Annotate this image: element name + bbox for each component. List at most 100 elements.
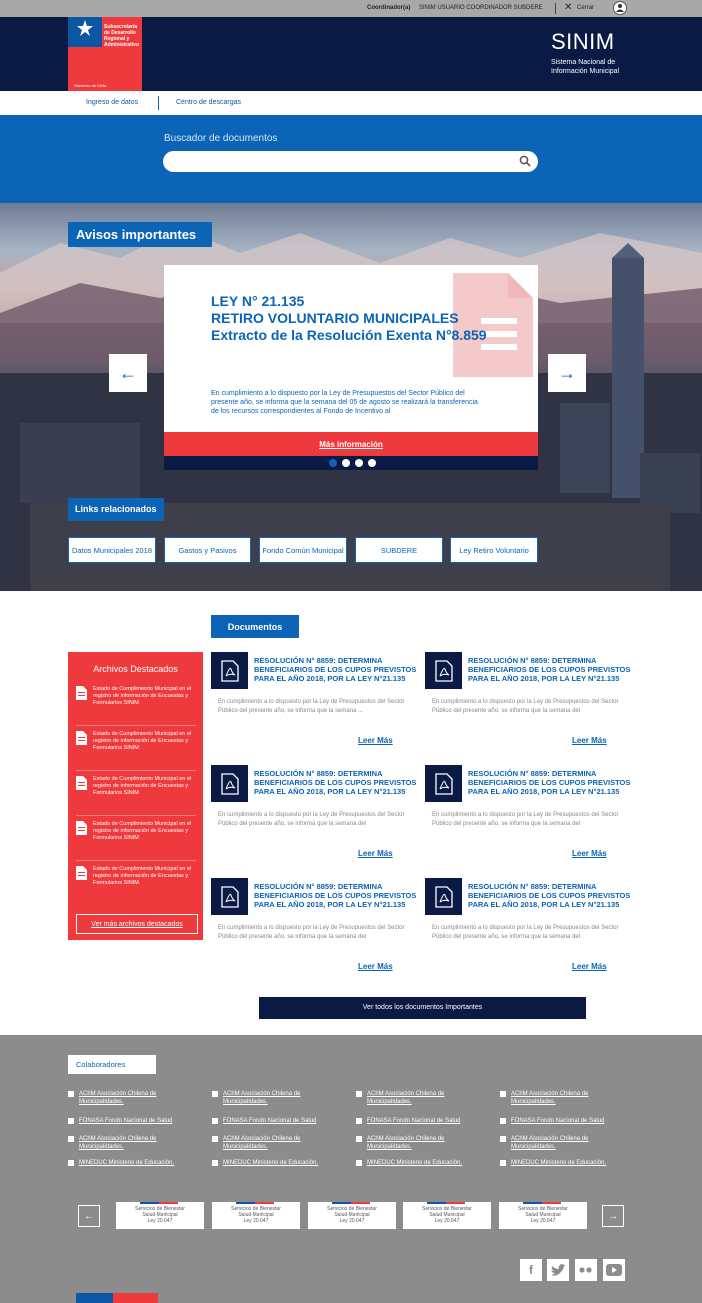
search-icon[interactable]: [519, 155, 531, 167]
document-title[interactable]: RESOLUCIÓN N° 8859: DETERMINA BENEFICIAR…: [254, 656, 424, 683]
colaborador-link[interactable]: AChM Asociación Chilena de Municipalidad…: [212, 1090, 342, 1106]
close-icon[interactable]: ✕: [564, 3, 572, 13]
colaborador-link[interactable]: AChM Asociación Chilena de Municipalidad…: [500, 1135, 630, 1151]
document-title[interactable]: RESOLUCIÓN N° 8859: DETERMINA BENEFICIAR…: [468, 769, 638, 796]
nav-item-ingreso[interactable]: Ingreso de datos: [86, 99, 138, 106]
gobierno-logo[interactable]: Subsecretaría de Desarrollo Regional y A…: [68, 17, 142, 91]
search-input[interactable]: [163, 151, 538, 172]
document-title[interactable]: RESOLUCIÓN N° 8859: DETERMINA BENEFICIAR…: [468, 656, 638, 683]
bullet: [500, 1091, 506, 1097]
colaborador-link[interactable]: AChM Asociación Chilena de Municipalidad…: [68, 1135, 198, 1151]
logos-next-button[interactable]: →: [602, 1205, 624, 1227]
archivo-item[interactable]: Estado de Cumplimiento Municipal en el r…: [76, 731, 196, 771]
facebook-icon[interactable]: f: [520, 1259, 542, 1281]
carousel-dot[interactable]: [368, 459, 376, 467]
document-card: RESOLUCIÓN N° 8859: DETERMINA BENEFICIAR…: [211, 652, 416, 752]
divider: [555, 3, 556, 14]
carousel-dot[interactable]: [329, 459, 337, 467]
carousel-dot[interactable]: [355, 459, 363, 467]
ver-todos-documentos-button[interactable]: Ver todos los documentos Importantes: [259, 997, 586, 1019]
partner-logo[interactable]: Servicios de Bienestar Salud Municipal Ley…: [116, 1202, 204, 1229]
partner-logo[interactable]: Servicios de Bienestar Salud Municipal Ley…: [308, 1202, 396, 1229]
logo-stripe: [332, 1202, 370, 1204]
ver-mas-archivos-button[interactable]: Ver más archivos destacados: [76, 914, 198, 934]
leer-mas-link[interactable]: Leer Más: [572, 849, 607, 858]
archivo-text: Estado de Cumplimiento Municipal en el r…: [93, 731, 192, 751]
logos-prev-button[interactable]: ←: [78, 1205, 100, 1227]
logout-link[interactable]: Cerrar: [577, 5, 594, 11]
bullet: [356, 1118, 362, 1124]
colaborador-link[interactable]: MINEDUC Ministerio de Educación.: [500, 1159, 630, 1167]
arrow-left-icon: ←: [84, 1210, 94, 1222]
flickr-icon[interactable]: [575, 1259, 597, 1281]
document-title[interactable]: RESOLUCIÓN N° 8859: DETERMINA BENEFICIAR…: [254, 882, 424, 909]
document-desc: En cumplimiento a lo dispuesto por la Le…: [432, 925, 619, 940]
document-desc: En cumplimiento a lo dispuesto por la Le…: [218, 699, 405, 714]
colaborador-link[interactable]: AChM Asociación Chilena de Municipalidad…: [356, 1090, 486, 1106]
carousel-next-button[interactable]: →: [548, 354, 586, 392]
file-icon: [76, 686, 87, 700]
leer-mas-link[interactable]: Leer Más: [572, 736, 607, 745]
carousel-dots: [164, 456, 538, 470]
colaborador-link[interactable]: FONASA Fondo Nacional de Salud: [212, 1117, 342, 1125]
leer-mas-link[interactable]: Leer Más: [358, 849, 393, 858]
bullet: [212, 1160, 218, 1166]
link-fondo-comun[interactable]: Fondo Común Municipal: [259, 537, 347, 563]
partner-logo[interactable]: Servicios de Bienestar Salud Municipal Ley…: [403, 1202, 491, 1229]
carousel-prev-button[interactable]: ←: [109, 354, 147, 392]
aviso-line-3: Extracto de la Resolución Exenta N°8.859: [211, 327, 487, 343]
link-gastos-pasivos[interactable]: Gastos y Pasivos: [164, 537, 251, 563]
link-ley-retiro[interactable]: Ley Retiro Voluntario: [450, 537, 538, 563]
archivo-item[interactable]: Estado de Cumplimiento Municipal en el r…: [76, 686, 196, 726]
youtube-icon[interactable]: [603, 1259, 625, 1281]
bullet: [356, 1091, 362, 1097]
logo-stripe: [523, 1202, 561, 1204]
archivo-item[interactable]: Estado de Cumplimiento Municipal en el r…: [76, 821, 196, 861]
colaborador-link[interactable]: FONASA Fondo Nacional de Salud: [68, 1117, 198, 1125]
aviso-line-1: LEY N° 21.135: [211, 293, 305, 309]
colaborador-link[interactable]: MINEDUC Ministerio de Educación.: [68, 1159, 198, 1167]
colaborador-link[interactable]: FONASA Fondo Nacional de Salud: [500, 1117, 630, 1125]
colaborador-link[interactable]: AChM Asociación Chilena de Municipalidad…: [68, 1090, 198, 1106]
archivo-text: Estado de Cumplimiento Municipal en el r…: [93, 866, 192, 886]
link-datos-municipales[interactable]: Datos Municipales 2018: [68, 537, 156, 563]
partner-logo[interactable]: Servicios de Bienestar Salud Municipal Ley…: [212, 1202, 300, 1229]
document-desc: En cumplimiento a lo dispuesto por la Le…: [432, 699, 619, 714]
colaborador-link[interactable]: FONASA Fondo Nacional de Salud: [356, 1117, 486, 1125]
nav-item-descargas[interactable]: Centro de descargas: [176, 99, 241, 106]
leer-mas-link[interactable]: Leer Más: [572, 962, 607, 971]
colaborador-link[interactable]: AChM Asociación Chilena de Municipalidad…: [212, 1135, 342, 1151]
document-title[interactable]: RESOLUCIÓN N° 8859: DETERMINA BENEFICIAR…: [254, 769, 424, 796]
mas-informacion-button[interactable]: Más información: [164, 432, 538, 456]
bullet: [68, 1136, 74, 1142]
twitter-icon[interactable]: [547, 1259, 569, 1281]
carousel-dot[interactable]: [342, 459, 350, 467]
leer-mas-link[interactable]: Leer Más: [358, 736, 393, 745]
file-icon: [76, 731, 87, 745]
document-desc: En cumplimiento a lo dispuesto por la Le…: [432, 812, 619, 827]
user-icon[interactable]: [613, 1, 627, 15]
links-title: Links relacionados: [68, 498, 164, 521]
pdf-icon: [425, 878, 462, 915]
colaborador-link[interactable]: MINEDUC Ministerio de Educación.: [356, 1159, 486, 1167]
coordinator-label: Coordinador(a): [367, 5, 411, 11]
bullet: [68, 1118, 74, 1124]
colaborador-link[interactable]: AChM Asociación Chilena de Municipalidad…: [356, 1135, 486, 1151]
brand-subtitle-1: Sistema Nacional de: [551, 59, 616, 66]
document-card: RESOLUCIÓN N° 8859: DETERMINA BENEFICIAR…: [425, 765, 630, 865]
pdf-icon: [425, 765, 462, 802]
partner-logo[interactable]: Servicios de Bienestar Salud Municipal Ley…: [499, 1202, 587, 1229]
avisos-title: Avisos importantes: [68, 222, 212, 247]
aviso-card-body: En cumplimiento a lo dispuesto por la Le…: [211, 390, 478, 415]
archivo-item[interactable]: Estado de Cumplimiento Municipal en el r…: [76, 866, 196, 906]
bullet: [212, 1118, 218, 1124]
file-icon: [76, 866, 87, 880]
colaborador-link[interactable]: AChM Asociación Chilena de Municipalidad…: [500, 1090, 630, 1106]
document-card: RESOLUCIÓN N° 8859: DETERMINA BENEFICIAR…: [425, 652, 630, 752]
document-title[interactable]: RESOLUCIÓN N° 8859: DETERMINA BENEFICIAR…: [468, 882, 638, 909]
link-subdere[interactable]: SUBDERE: [355, 537, 443, 563]
archivo-item[interactable]: Estado de Cumplimiento Municipal en el r…: [76, 776, 196, 816]
colaborador-link[interactable]: MINEDUC Ministerio de Educación.: [212, 1159, 342, 1167]
document-desc: En cumplimiento a lo dispuesto por la Le…: [218, 812, 405, 827]
leer-mas-link[interactable]: Leer Más: [358, 962, 393, 971]
